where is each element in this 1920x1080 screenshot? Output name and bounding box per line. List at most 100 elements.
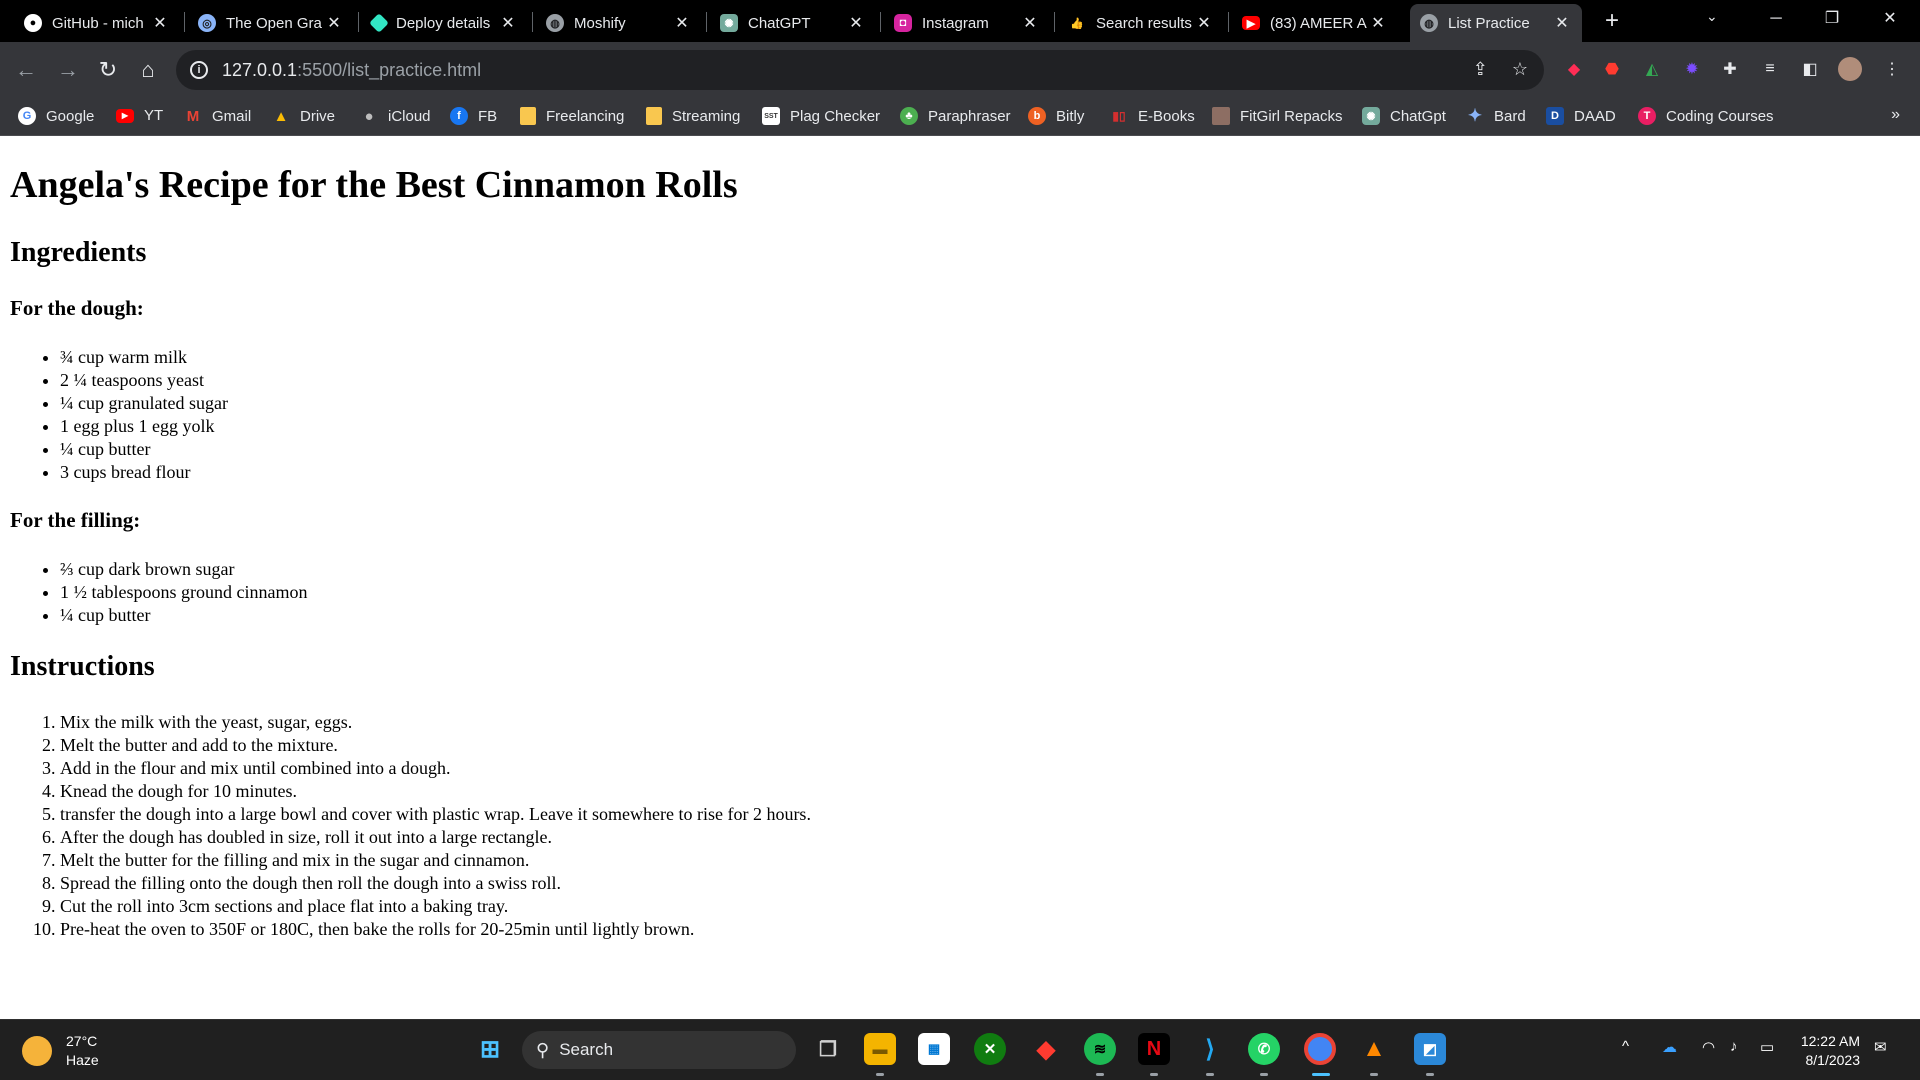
profile-avatar-icon[interactable]	[1838, 57, 1862, 81]
list-item: ¼ cup butter	[60, 604, 307, 627]
close-icon[interactable]: ✕	[1194, 13, 1214, 33]
bookmark-daad[interactable]: D DAAD	[1546, 107, 1616, 125]
notification-bell-icon[interactable]: ✉	[1874, 1038, 1887, 1056]
list-item: ¼ cup butter	[60, 438, 228, 461]
anydesk-icon[interactable]: ◆	[1030, 1033, 1062, 1065]
bookmark-plag-checker[interactable]: SST Plag Checker	[762, 107, 880, 125]
bookmark-bard[interactable]: ✦ Bard	[1466, 106, 1526, 125]
extension-drive-icon[interactable]: ◭	[1640, 57, 1664, 81]
bookmark-chatgpt[interactable]: ✺ ChatGpt	[1362, 107, 1446, 125]
bookmark-yt[interactable]: ▶ YT	[116, 107, 163, 124]
tab-separator	[184, 12, 185, 32]
tab-github[interactable]: ● GitHub - mich ✕	[14, 4, 180, 42]
home-button[interactable]: ⌂	[132, 54, 164, 86]
xbox-icon[interactable]: ✕	[974, 1033, 1006, 1065]
tab-instagram[interactable]: ◘ Instagram ✕	[884, 4, 1050, 42]
running-indicator	[1150, 1073, 1158, 1076]
bookmark-bitly[interactable]: b Bitly	[1028, 107, 1084, 125]
whatsapp-icon[interactable]: ✆	[1248, 1033, 1280, 1065]
bookmark-fb[interactable]: f FB	[450, 107, 497, 125]
bookmark-paraphraser[interactable]: ♣ Paraphraser	[900, 107, 1011, 125]
tab-list-practice[interactable]: ◍ List Practice ✕	[1410, 4, 1582, 42]
windows-taskbar: 27°C Haze ⊞ ⚲ Search ❐ ▬ ▦ ✕ ◆ ≋ N ⟩ ✆ ▲…	[0, 1019, 1920, 1080]
weather-widget[interactable]: 27°C Haze	[22, 1032, 99, 1070]
close-icon[interactable]: ✕	[324, 13, 344, 33]
close-window-button[interactable]: ✕	[1866, 4, 1914, 34]
tab-deploy[interactable]: Deploy details ✕	[362, 4, 528, 42]
address-bar[interactable]: i 127.0.0.1:5500/list_practice.html ⇪ ☆	[176, 50, 1544, 90]
share-icon[interactable]: ⇪	[1473, 59, 1488, 80]
bookmark-label: Paraphraser	[928, 107, 1011, 125]
bookmark-streaming[interactable]: Streaming	[646, 107, 740, 125]
new-tab-button[interactable]: +	[1598, 8, 1626, 36]
bookmark-gmail[interactable]: M Gmail	[184, 107, 251, 125]
close-icon[interactable]: ✕	[1368, 13, 1388, 33]
bookmark-drive[interactable]: ▲ Drive	[272, 107, 335, 125]
list-item: 3 cups bread flour	[60, 461, 228, 484]
menu-icon[interactable]: ⋮	[1880, 57, 1904, 81]
tab-search-results[interactable]: 👍 Search results ✕	[1058, 4, 1224, 42]
url-text[interactable]: 127.0.0.1:5500/list_practice.html	[222, 60, 481, 81]
close-icon[interactable]: ✕	[1552, 13, 1572, 33]
wifi-icon[interactable]: ◠	[1702, 1038, 1715, 1056]
taskbar-clock[interactable]: 12:22 AM 8/1/2023	[1790, 1032, 1860, 1070]
youtube-icon: ▶	[116, 108, 134, 123]
bookmark-label: ChatGpt	[1390, 107, 1446, 125]
bookmark-label: Bard	[1494, 107, 1526, 125]
list-item: After the dough has doubled in size, rol…	[60, 826, 811, 849]
show-hidden-icons-chevron-icon[interactable]: ^	[1622, 1038, 1629, 1055]
media-control-icon[interactable]: ≡	[1758, 57, 1782, 81]
onedrive-icon[interactable]: ☁	[1662, 1038, 1677, 1056]
task-view-icon[interactable]: ❐	[812, 1033, 844, 1065]
list-item: ¾ cup warm milk	[60, 346, 228, 369]
side-panel-icon[interactable]: ◧	[1798, 57, 1822, 81]
bookmark-freelancing[interactable]: Freelancing	[520, 107, 624, 125]
tab-search-chevron-icon[interactable]: ⌄	[1706, 8, 1718, 25]
vscode-icon[interactable]: ⟩	[1194, 1033, 1226, 1065]
tab-separator	[706, 12, 707, 32]
vlc-icon[interactable]: ▲	[1358, 1033, 1390, 1065]
reload-button[interactable]: ↻	[92, 54, 124, 86]
file-explorer-icon[interactable]: ▬	[864, 1033, 896, 1065]
photos-icon[interactable]: ◩	[1414, 1033, 1446, 1065]
bookmark-label: E-Books	[1138, 107, 1195, 125]
close-icon[interactable]: ✕	[1020, 13, 1040, 33]
minimize-button[interactable]: ─	[1752, 4, 1800, 34]
windows-start-icon[interactable]: ⊞	[474, 1033, 506, 1065]
restore-button[interactable]: ❐	[1808, 4, 1856, 34]
bookmark-fitgirl[interactable]: FitGirl Repacks	[1212, 107, 1343, 125]
bookmark-icloud[interactable]: ● iCloud	[360, 107, 430, 125]
close-icon[interactable]: ✕	[150, 13, 170, 33]
extension-adblock-icon[interactable]: ⬣	[1600, 57, 1624, 81]
forward-button[interactable]: →	[52, 54, 84, 86]
netflix-icon[interactable]: N	[1138, 1033, 1170, 1065]
tab-separator	[358, 12, 359, 32]
back-button[interactable]: ←	[10, 54, 42, 86]
running-indicator	[1096, 1073, 1104, 1076]
tab-title: ChatGPT	[748, 14, 811, 32]
coding-courses-icon: T	[1638, 107, 1656, 125]
bookmark-ebooks[interactable]: ▮▯ E-Books	[1110, 107, 1195, 125]
bookmark-coding-courses[interactable]: T Coding Courses	[1638, 107, 1774, 125]
site-info-icon[interactable]: i	[190, 61, 208, 79]
list-item: Spread the filling onto the dough then r…	[60, 872, 811, 895]
tab-youtube[interactable]: ▶ (83) AMEER A ✕	[1232, 4, 1398, 42]
close-icon[interactable]: ✕	[846, 13, 866, 33]
close-icon[interactable]: ✕	[672, 13, 692, 33]
bookmarks-overflow-button[interactable]: »	[1891, 106, 1900, 124]
bookmark-google[interactable]: G Google	[18, 107, 94, 125]
microsoft-store-icon[interactable]: ▦	[918, 1033, 950, 1065]
volume-icon[interactable]: ♪	[1730, 1038, 1738, 1055]
tab-moshify[interactable]: ◍ Moshify ✕	[536, 4, 702, 42]
tab-chatgpt[interactable]: ✺ ChatGPT ✕	[710, 4, 876, 42]
tab-open-graph[interactable]: ◎ The Open Gra ✕	[188, 4, 354, 42]
spotify-icon[interactable]: ≋	[1084, 1033, 1116, 1065]
taskbar-search[interactable]: ⚲ Search	[522, 1031, 796, 1069]
extension-gear-icon[interactable]: ✹	[1680, 57, 1704, 81]
battery-icon[interactable]: ▭	[1760, 1038, 1774, 1056]
bookmark-star-icon[interactable]: ☆	[1512, 59, 1528, 80]
extensions-puzzle-icon[interactable]: ✚	[1718, 57, 1742, 81]
chrome-icon[interactable]	[1304, 1033, 1336, 1065]
close-icon[interactable]: ✕	[498, 13, 518, 33]
extension-feather-icon[interactable]: ◆	[1562, 57, 1586, 81]
